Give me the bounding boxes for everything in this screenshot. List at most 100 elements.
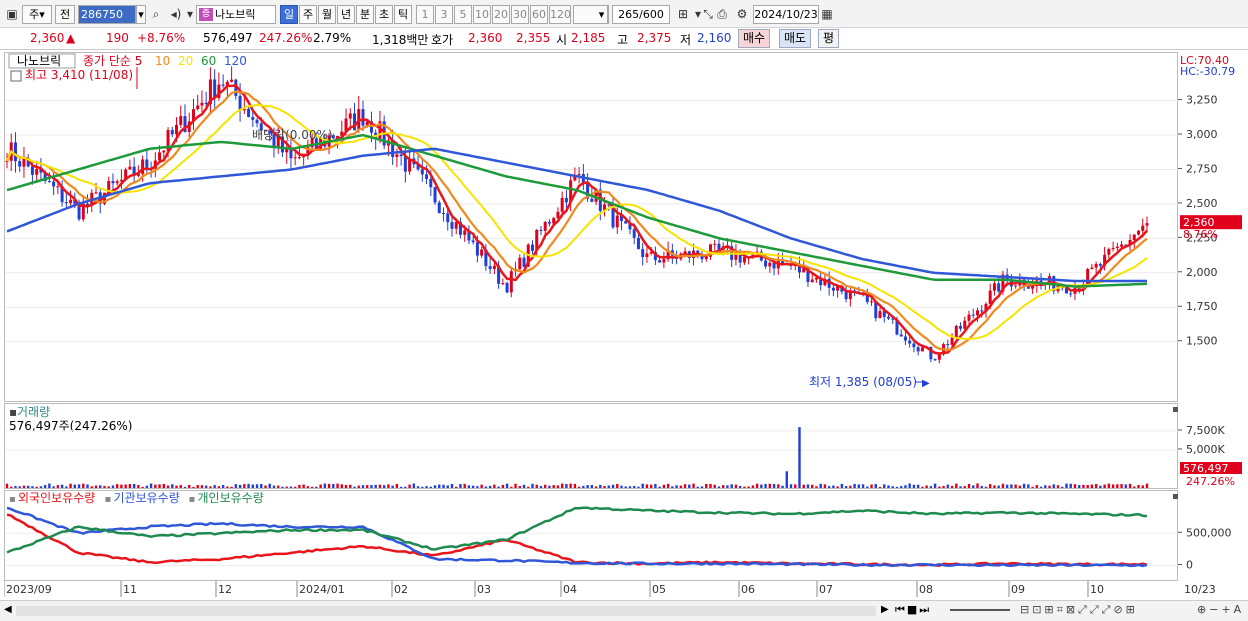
volume-bar — [455, 486, 458, 488]
volume-bar — [1056, 485, 1060, 488]
volume-bar — [183, 486, 187, 488]
interval-tab-1[interactable]: 3 — [435, 5, 453, 24]
volume-bar — [929, 486, 933, 488]
candle-body — [645, 253, 649, 258]
vol-tick-label: 5,000K — [1186, 443, 1225, 456]
volume-bar — [755, 483, 759, 488]
interval-tab-6[interactable]: 60 — [530, 5, 548, 24]
volume-panel[interactable]: ▪ 거래량 576,497주(247.26%) — [4, 403, 1179, 490]
candle-body — [433, 187, 437, 203]
candle-body — [1090, 267, 1094, 270]
candle-body — [162, 150, 166, 153]
interval-tab-5[interactable]: 30 — [511, 5, 529, 24]
calendar-icon[interactable]: ▦ — [819, 6, 835, 22]
stock-code-input[interactable]: 286750 — [78, 5, 136, 24]
stock-chart-window: ▣ 주▾ 전 286750 ▾ ⌕ ◂) ▾ 증 나노브릭 일주월년분초틱 13… — [0, 0, 1248, 621]
volume-bar — [370, 485, 373, 488]
print-icon[interactable]: ⎙ — [714, 6, 730, 22]
interval-tab-2[interactable]: 5 — [454, 5, 472, 24]
y-tick-label: 2,000 — [1186, 266, 1218, 279]
zoom-slider[interactable] — [950, 609, 1010, 611]
interval-tab-4[interactable]: 20 — [492, 5, 510, 24]
scroll-left-icon[interactable]: ◀ — [4, 604, 12, 615]
volume-bar — [637, 486, 640, 488]
volume-bar — [938, 486, 941, 488]
candle-body — [230, 79, 234, 82]
layout-icon[interactable]: ▣ — [4, 6, 20, 22]
volume-bar — [908, 483, 911, 488]
period-tab-1[interactable]: 주 — [299, 5, 317, 24]
ownership-line-0 — [6, 513, 1148, 567]
volume-bar — [349, 484, 352, 488]
volume-chart[interactable]: ▪ 거래량576,497주(247.26%) — [5, 404, 1179, 490]
volume-bar — [747, 486, 750, 488]
stock-name-field[interactable]: 증 나노브릭 — [196, 5, 276, 24]
volume-bar — [1035, 485, 1039, 488]
zoom-icons[interactable]: ⊕−+A — [1197, 603, 1244, 616]
market-select[interactable]: 주▾ — [22, 5, 52, 24]
x-tick-label: 06 — [741, 583, 755, 596]
volume-bar — [289, 486, 293, 488]
interval-tab-7[interactable]: 120 — [549, 5, 571, 24]
search-icon[interactable]: ⌕ — [148, 6, 164, 22]
ma-legend-60: 60 — [201, 54, 216, 68]
volume-bar — [700, 486, 704, 488]
period-tab-2[interactable]: 월 — [318, 5, 336, 24]
volume-bar — [145, 485, 149, 488]
scrollbar-track[interactable] — [16, 606, 876, 616]
ma120-line — [6, 147, 1147, 283]
candle-body — [1026, 286, 1030, 289]
period-tab-4[interactable]: 분 — [356, 5, 374, 24]
price-chart[interactable]: 나노브릭 종가 단순 5 10 20 60 120 최고 3,410 (11/08) 배당락(… — [5, 53, 1179, 403]
interval-dropdown-icon[interactable]: ▾ — [596, 5, 608, 24]
volume-bar — [518, 486, 521, 488]
volume-bar — [77, 484, 81, 488]
y-tick-label: 2,750 — [1186, 162, 1218, 175]
volume-bar — [255, 484, 259, 488]
ownership-chart[interactable]: ▪ 외국인보유수량 ▪ 기관보유수량 ▪ 개인보유수량 — [5, 491, 1179, 582]
gear-icon[interactable]: ⚙ — [734, 6, 750, 22]
volume-bar — [594, 486, 598, 488]
period-tab-0[interactable]: 일 — [280, 5, 298, 24]
candle-body — [992, 283, 996, 291]
volume-bar — [260, 484, 263, 488]
volume-bar — [565, 484, 568, 488]
price-chart-panel[interactable]: 나노브릭 종가 단순 5 10 20 60 120 최고 3,410 (11/08) 배당락(… — [4, 52, 1179, 403]
scroll-right-icon[interactable]: ▶ — [881, 604, 889, 615]
volume-bar — [734, 484, 738, 488]
volume-bar — [1082, 484, 1085, 488]
date-field[interactable]: 2024/10/23 — [753, 5, 819, 24]
volume-bar — [1065, 483, 1068, 488]
period-tab-6[interactable]: 틱 — [394, 5, 412, 24]
ownership-panel[interactable]: ▪ 외국인보유수량 ▪ 기관보유수량 ▪ 개인보유수량 — [4, 490, 1179, 582]
period-tab-5[interactable]: 초 — [375, 5, 393, 24]
count-field[interactable]: 265/600 — [612, 5, 670, 24]
chart-settings-icon[interactable]: ⊞ — [675, 6, 691, 22]
period-tab-3[interactable]: 년 — [337, 5, 355, 24]
volume-bar — [722, 485, 725, 488]
legend-dot-0: ▪ — [9, 494, 16, 505]
name-tag: 나노브릭 — [17, 54, 61, 68]
volume-bar — [1031, 486, 1034, 488]
candle-body — [878, 311, 882, 319]
average-button[interactable]: 평 — [818, 29, 840, 48]
buy-button[interactable]: 매수 — [738, 29, 771, 48]
volume-bar — [671, 486, 674, 488]
volume-bar — [1103, 484, 1106, 488]
volume-bar — [993, 485, 996, 488]
volume-bar — [577, 486, 581, 488]
prev-button[interactable]: 전 — [55, 5, 75, 24]
volume-bar — [332, 484, 335, 488]
playback-icons[interactable]: ⏮■⏭ — [895, 603, 931, 617]
sell-button[interactable]: 매도 — [779, 29, 812, 48]
tool-icons[interactable]: ⊟⊡⊞⌗⊠⤢⤢⤢⊘⊞ — [1020, 603, 1138, 617]
volume-bar — [387, 484, 390, 488]
turnover-pct: 2.79% — [313, 31, 352, 45]
code-dropdown-icon[interactable]: ▾ — [136, 5, 146, 24]
candle-body — [293, 157, 297, 159]
volume-bar — [158, 484, 161, 488]
interval-tab-0[interactable]: 1 — [416, 5, 434, 24]
candle-body — [437, 202, 441, 214]
interval-tab-3[interactable]: 10 — [473, 5, 491, 24]
candle-body — [56, 186, 60, 188]
